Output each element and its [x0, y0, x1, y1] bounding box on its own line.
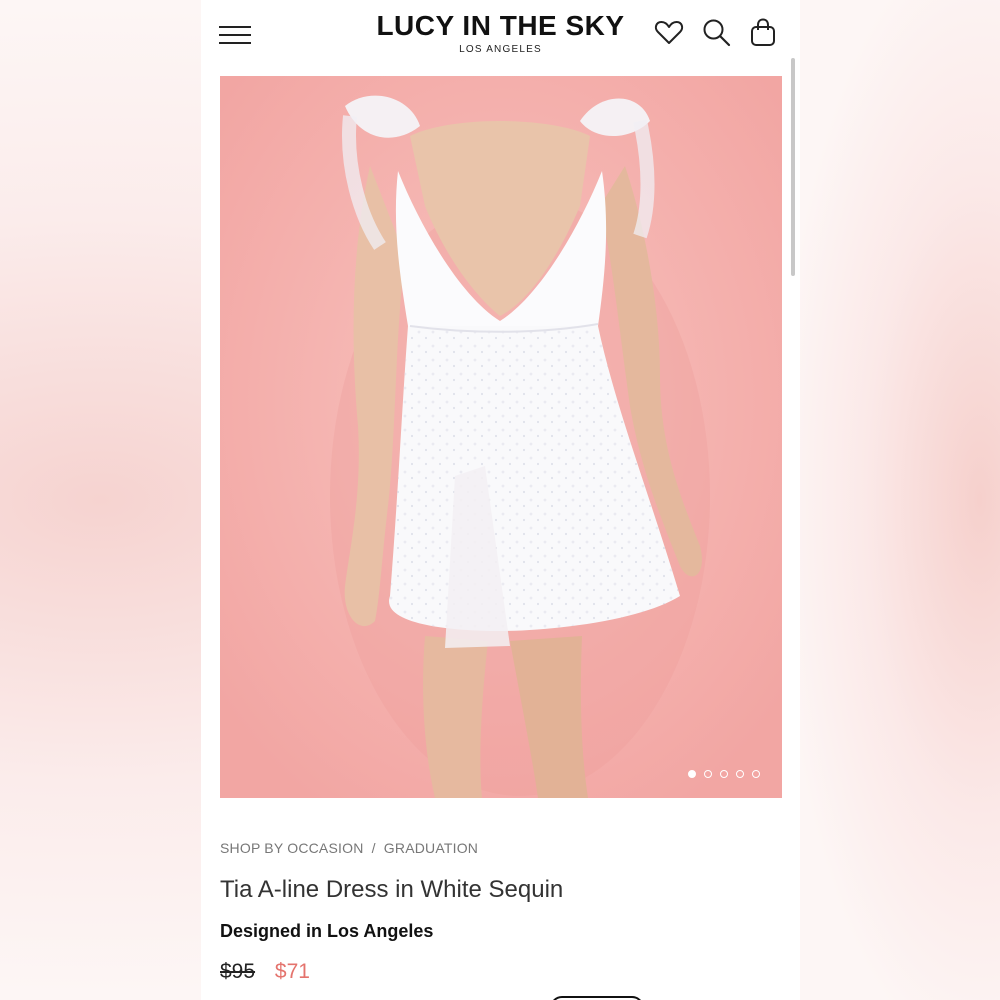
gallery-dot-1[interactable]: [688, 770, 696, 778]
gallery-dot-3[interactable]: [720, 770, 728, 778]
breadcrumb-parent[interactable]: SHOP BY OCCASION: [220, 840, 364, 856]
site-header: LUCY IN THE SKY LOS ANGELES: [201, 0, 800, 70]
product-image-gallery[interactable]: [220, 76, 782, 798]
breadcrumb-separator: /: [371, 840, 376, 856]
right-backdrop: [800, 0, 1000, 1000]
sale-price: $71: [274, 960, 310, 983]
heart-icon[interactable]: [653, 16, 685, 48]
scrollbar[interactable]: [791, 58, 795, 276]
partial-button[interactable]: [550, 996, 644, 1000]
breadcrumb: SHOP BY OCCASION / GRADUATION: [220, 840, 478, 856]
breadcrumb-current[interactable]: GRADUATION: [384, 840, 478, 856]
gallery-dot-4[interactable]: [736, 770, 744, 778]
original-price: $95: [220, 960, 256, 983]
search-icon[interactable]: [700, 16, 732, 48]
gallery-pagination: [688, 770, 760, 780]
designed-in-label: Designed in Los Angeles: [220, 921, 434, 941]
gallery-dot-5[interactable]: [752, 770, 760, 778]
price-block: $95 $71: [220, 960, 310, 984]
product-photo: [220, 76, 782, 798]
gallery-dot-2[interactable]: [704, 770, 712, 778]
shopping-bag-icon[interactable]: [747, 16, 779, 48]
product-title: Tia A-line Dress in White Sequin: [220, 876, 564, 903]
product-page: LUCY IN THE SKY LOS ANGELES SHOP BY OCCA…: [201, 0, 800, 1000]
